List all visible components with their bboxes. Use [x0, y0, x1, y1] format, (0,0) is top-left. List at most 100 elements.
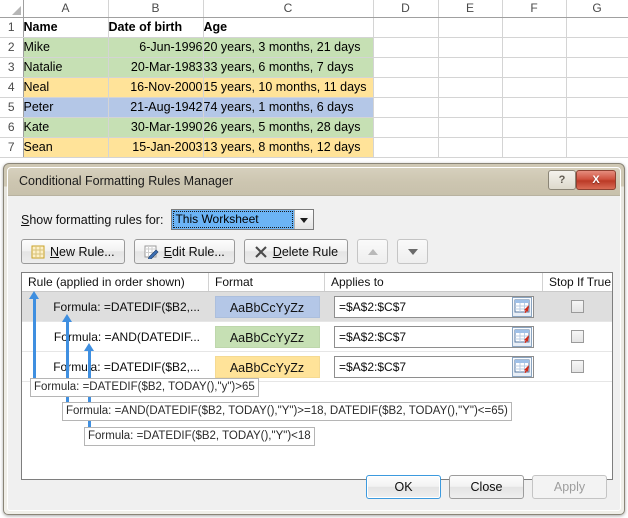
cell-c2[interactable]: 20 years, 3 months, 21 days [203, 37, 374, 58]
cell-g2[interactable] [566, 37, 628, 58]
ok-button[interactable]: OK [366, 475, 441, 499]
table-row[interactable]: Formula: =DATEDIF($B2,... AaBbCcYyZz =$A… [22, 292, 612, 322]
applies-to-input[interactable]: =$A$2:$C$7 [334, 325, 534, 348]
edit-rule-button[interactable]: Edit Rule... [133, 239, 235, 264]
applies-to-input[interactable]: =$A$2:$C$7 [334, 355, 534, 378]
cell-e2[interactable] [438, 37, 503, 58]
new-rule-button[interactable]: New Rule... [21, 239, 125, 264]
column-header-f[interactable]: F [502, 0, 567, 18]
close-button[interactable]: Close [449, 475, 524, 499]
cell-b6[interactable]: 30-Mar-1990 [108, 117, 204, 138]
close-icon[interactable]: X [576, 170, 616, 190]
delete-rule-button[interactable]: Delete Rule [243, 239, 349, 264]
row-header-1[interactable]: 1 [0, 17, 24, 38]
cell-a5[interactable]: Peter [23, 97, 109, 118]
cell-g3[interactable] [566, 57, 628, 78]
cell-d5[interactable] [373, 97, 439, 118]
cell-b5[interactable]: 21-Aug-1942 [108, 97, 204, 118]
cell-f5[interactable] [502, 97, 567, 118]
cell-c7[interactable]: 13 years, 8 months, 12 days [203, 137, 374, 158]
cell-b1[interactable]: Date of birth [108, 17, 204, 38]
cell-c4[interactable]: 15 years, 10 months, 11 days [203, 77, 374, 98]
cell-a7[interactable]: Sean [23, 137, 109, 158]
range-picker-icon[interactable] [512, 296, 532, 317]
range-picker-icon[interactable] [512, 356, 532, 377]
select-all-corner[interactable] [0, 0, 24, 18]
column-header-g[interactable]: G [566, 0, 628, 18]
move-down-icon[interactable] [397, 239, 429, 264]
cell-b7[interactable]: 15-Jan-2003 [108, 137, 204, 158]
stop-if-true-cell[interactable] [543, 322, 612, 351]
applies-to-cell[interactable]: =$A$2:$C$7 [325, 352, 543, 381]
cell-b3[interactable]: 20-Mar-1983 [108, 57, 204, 78]
cell-e4[interactable] [438, 77, 503, 98]
cell-g4[interactable] [566, 77, 628, 98]
cell-g5[interactable] [566, 97, 628, 118]
cell-f1[interactable] [502, 17, 567, 38]
cell-c6[interactable]: 26 years, 5 months, 28 days [203, 117, 374, 138]
column-header-a[interactable]: A [23, 0, 109, 18]
cell-d3[interactable] [373, 57, 439, 78]
apply-button[interactable]: Apply [532, 475, 607, 499]
cell-e3[interactable] [438, 57, 503, 78]
cell-c1[interactable]: Age [203, 17, 374, 38]
stop-if-true-cell[interactable] [543, 352, 612, 381]
cell-f4[interactable] [502, 77, 567, 98]
cell-f2[interactable] [502, 37, 567, 58]
cell-e5[interactable] [438, 97, 503, 118]
stop-if-true-cell[interactable] [543, 292, 612, 321]
stop-if-true-checkbox[interactable] [571, 330, 584, 343]
cell-d2[interactable] [373, 37, 439, 58]
cell-c3[interactable]: 33 years, 6 months, 7 days [203, 57, 374, 78]
cell-g1[interactable] [566, 17, 628, 38]
chevron-down-icon[interactable] [294, 210, 314, 229]
cell-e6[interactable] [438, 117, 503, 138]
applies-to-input[interactable]: =$A$2:$C$7 [334, 295, 534, 318]
row-header-3[interactable]: 3 [0, 57, 24, 78]
rule-format-cell[interactable]: AaBbCcYyZz [209, 292, 325, 321]
rule-format-cell[interactable]: AaBbCcYyZz [209, 352, 325, 381]
help-icon[interactable]: ? [548, 170, 576, 190]
stop-if-true-checkbox[interactable] [571, 360, 584, 373]
cell-a3[interactable]: Natalie [23, 57, 109, 78]
cell-d1[interactable] [373, 17, 439, 38]
cell-g7[interactable] [566, 137, 628, 158]
cell-f6[interactable] [502, 117, 567, 138]
rules-list[interactable]: Rule (applied in order shown) Format App… [21, 272, 613, 480]
scope-select[interactable]: This Worksheet [171, 209, 315, 230]
spreadsheet-grid[interactable]: A B C D E F G 1 Name Date of birth Age 2… [0, 0, 628, 175]
dialog-title: Conditional Formatting Rules Manager [19, 174, 233, 188]
row-header-4[interactable]: 4 [0, 77, 24, 98]
cell-a4[interactable]: Neal [23, 77, 109, 98]
applies-to-cell[interactable]: =$A$2:$C$7 [325, 292, 543, 321]
applies-to-cell[interactable]: =$A$2:$C$7 [325, 322, 543, 351]
cell-d6[interactable] [373, 117, 439, 138]
row-header-6[interactable]: 6 [0, 117, 24, 138]
table-row[interactable]: Formula: =AND(DATEDIF... AaBbCcYyZz =$A$… [22, 322, 612, 352]
row-header-7[interactable]: 7 [0, 137, 24, 158]
cell-g6[interactable] [566, 117, 628, 138]
dialog-titlebar[interactable]: Conditional Formatting Rules Manager ? X [8, 168, 620, 196]
cell-c5[interactable]: 74 years, 1 months, 6 days [203, 97, 374, 118]
stop-if-true-checkbox[interactable] [571, 300, 584, 313]
cell-f3[interactable] [502, 57, 567, 78]
cell-e1[interactable] [438, 17, 503, 38]
cell-b4[interactable]: 16-Nov-2000 [108, 77, 204, 98]
column-header-c[interactable]: C [203, 0, 374, 18]
column-header-e[interactable]: E [438, 0, 503, 18]
row-header-2[interactable]: 2 [0, 37, 24, 58]
range-picker-icon[interactable] [512, 326, 532, 347]
column-header-b[interactable]: B [108, 0, 204, 18]
move-up-icon[interactable] [357, 239, 389, 264]
cell-a2[interactable]: Mike [23, 37, 109, 58]
cell-d7[interactable] [373, 137, 439, 158]
rule-format-cell[interactable]: AaBbCcYyZz [209, 322, 325, 351]
cell-b2[interactable]: 6-Jun-1996 [108, 37, 204, 58]
row-header-5[interactable]: 5 [0, 97, 24, 118]
cell-a1[interactable]: Name [23, 17, 109, 38]
cell-e7[interactable] [438, 137, 503, 158]
cell-d4[interactable] [373, 77, 439, 98]
column-header-d[interactable]: D [373, 0, 439, 18]
cell-a6[interactable]: Kate [23, 117, 109, 138]
cell-f7[interactable] [502, 137, 567, 158]
